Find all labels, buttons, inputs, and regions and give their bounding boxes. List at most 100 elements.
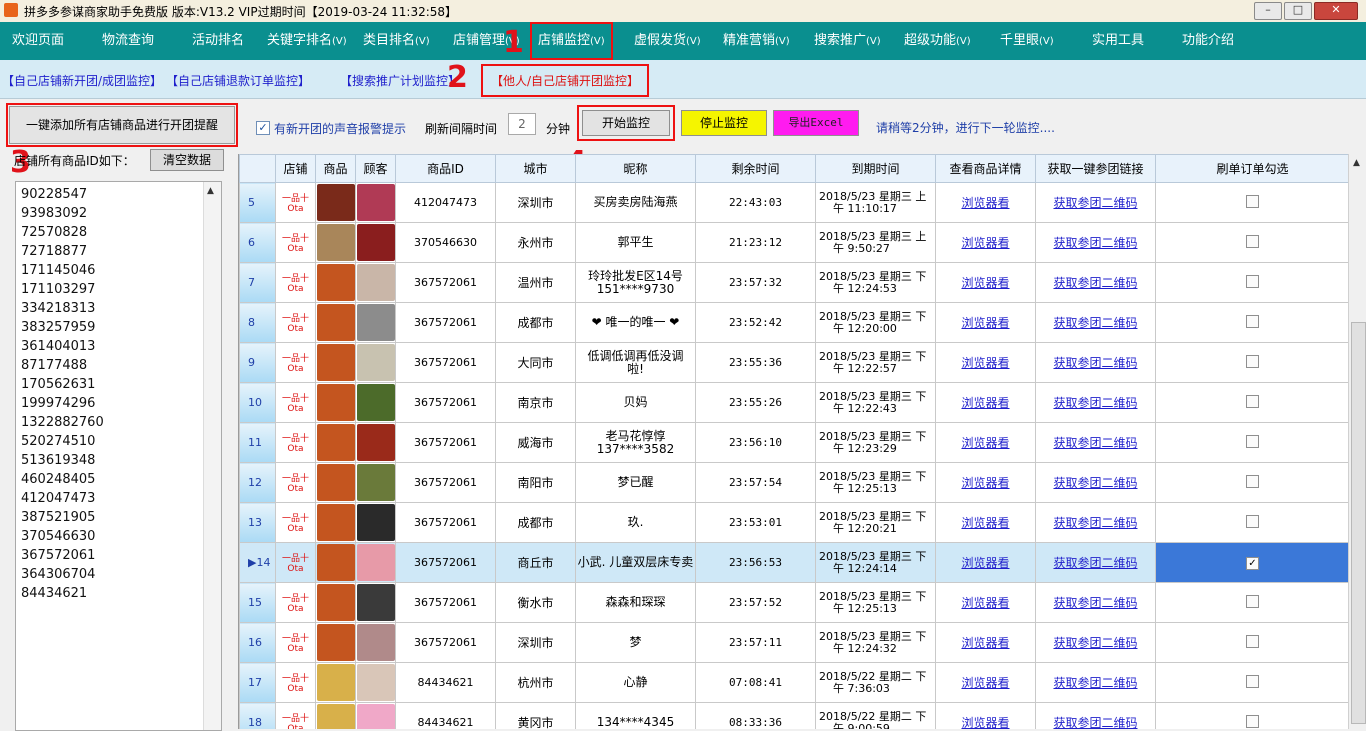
menu-super-features[interactable]: 超级功能(V) bbox=[904, 22, 971, 60]
interval-input[interactable]: 2 bbox=[508, 113, 536, 135]
table-row[interactable]: 16 一品十Ota 367572061 深圳市 梦 23:57:11 2018/5/23 星… bbox=[239, 622, 1349, 663]
sub-link-own-refund[interactable]: 【自己店铺退款订单监控】 bbox=[166, 72, 310, 89]
menu-tools[interactable]: 实用工具 bbox=[1092, 22, 1144, 60]
sound-alert-checkbox[interactable]: ✓ bbox=[256, 121, 270, 135]
sub-link-own-new-group[interactable]: 【自己店铺新开团/成团监控】 bbox=[2, 72, 162, 89]
list-item[interactable]: 383257959 bbox=[21, 318, 104, 337]
close-button[interactable]: ✕ bbox=[1314, 2, 1358, 20]
list-item[interactable]: 361404013 bbox=[21, 337, 104, 356]
order-checkbox[interactable] bbox=[1246, 474, 1259, 488]
order-checkbox[interactable] bbox=[1246, 514, 1259, 528]
list-item[interactable]: 171145046 bbox=[21, 261, 104, 280]
menu-search-promo[interactable]: 搜索推广(V) bbox=[814, 22, 881, 60]
menu-fake-ship[interactable]: 虚假发货(V) bbox=[634, 22, 701, 60]
get-qr-link[interactable]: 获取参团二维码 bbox=[1053, 356, 1137, 370]
order-checkbox[interactable] bbox=[1246, 394, 1259, 408]
view-in-browser-link[interactable]: 浏览器看 bbox=[961, 556, 1009, 570]
product-id-list[interactable]: 90228547 93983092 72570828 72718877 17114504… bbox=[15, 181, 222, 731]
table-row[interactable]: 9 一品十Ota 367572061 大同市 低调低调再低没调 啦! 23:55:36 201… bbox=[239, 342, 1349, 383]
list-item[interactable]: 93983092 bbox=[21, 204, 104, 223]
stop-monitor-button[interactable]: 停止监控 bbox=[681, 110, 767, 136]
view-in-browser-link[interactable]: 浏览器看 bbox=[961, 636, 1009, 650]
order-checkbox[interactable] bbox=[1246, 714, 1259, 728]
sub-link-search-plan[interactable]: 【搜索推广计划监控】 bbox=[340, 72, 460, 89]
table-row[interactable]: 13 一品十Ota 367572061 成都市 玖. 23:53:01 2018/5/23 … bbox=[239, 502, 1349, 543]
table-row[interactable]: 18 一品十Ota 84434621 黄冈市 134****4345 08:33:36 20… bbox=[239, 702, 1349, 729]
table-row[interactable]: 12 一品十Ota 367572061 南阳市 梦已醒 23:57:54 2018/5/23… bbox=[239, 462, 1349, 503]
list-item[interactable]: 1322882760 bbox=[21, 413, 104, 432]
maximize-button[interactable]: □ bbox=[1284, 2, 1312, 20]
view-in-browser-link[interactable]: 浏览器看 bbox=[961, 676, 1009, 690]
table-row[interactable]: 5 一品十Ota 412047473 深圳市 买房卖房陆海燕 22:43:03 2018/5… bbox=[239, 182, 1349, 223]
list-item[interactable]: 199974296 bbox=[21, 394, 104, 413]
add-all-products-button[interactable]: 一键添加所有店铺商品进行开团提醒 bbox=[6, 103, 238, 147]
get-qr-link[interactable]: 获取参团二维码 bbox=[1053, 636, 1137, 650]
table-row[interactable]: 7 一品十Ota 367572061 温州市 玲玲批发E区14号 151****9730 2… bbox=[239, 262, 1349, 303]
list-item[interactable]: 72570828 bbox=[21, 223, 104, 242]
view-in-browser-link[interactable]: 浏览器看 bbox=[961, 396, 1009, 410]
list-item[interactable]: 84434621 bbox=[21, 584, 104, 603]
get-qr-link[interactable]: 获取参团二维码 bbox=[1053, 596, 1137, 610]
get-qr-link[interactable]: 获取参团二维码 bbox=[1053, 316, 1137, 330]
table-scrollbar[interactable]: ▲ bbox=[1348, 154, 1366, 729]
menu-category-rank[interactable]: 类目排名(V) bbox=[363, 22, 430, 60]
view-in-browser-link[interactable]: 浏览器看 bbox=[961, 716, 1009, 729]
scrollbar-thumb[interactable] bbox=[1351, 322, 1366, 724]
table-row[interactable]: 15 一品十Ota 367572061 衡水市 森森和琛琛 23:57:52 2018/5/… bbox=[239, 582, 1349, 623]
list-item[interactable]: 367572061 bbox=[21, 546, 104, 565]
table-row[interactable]: 10 一品十Ota 367572061 南京市 贝妈 23:55:26 2018/5/23 … bbox=[239, 382, 1349, 423]
table-row[interactable]: 8 一品十Ota 367572061 成都市 ❤ 唯一的唯一 ❤ 23:52:42 2018… bbox=[239, 302, 1349, 343]
clear-data-button[interactable]: 清空数据 bbox=[150, 149, 224, 171]
get-qr-link[interactable]: 获取参团二维码 bbox=[1053, 556, 1137, 570]
list-item[interactable]: 370546630 bbox=[21, 527, 104, 546]
get-qr-link[interactable]: 获取参团二维码 bbox=[1053, 236, 1137, 250]
start-monitor-button[interactable]: 开始监控 bbox=[577, 105, 675, 141]
order-checkbox[interactable] bbox=[1246, 194, 1259, 208]
scroll-up-icon[interactable]: ▲ bbox=[207, 186, 214, 196]
scroll-up-icon[interactable]: ▲ bbox=[1353, 158, 1360, 168]
list-item[interactable]: 412047473 bbox=[21, 489, 104, 508]
menu-logistics[interactable]: 物流查询 bbox=[102, 22, 154, 60]
menu-activity-rank[interactable]: 活动排名 bbox=[192, 22, 244, 60]
list-item[interactable]: 87177488 bbox=[21, 356, 104, 375]
menu-keyword-rank[interactable]: 关键字排名(V) bbox=[267, 22, 347, 60]
table-row[interactable]: 6 一品十Ota 370546630 永州市 郭平生 21:23:12 2018/5/23 … bbox=[239, 222, 1349, 263]
order-checkbox[interactable] bbox=[1246, 234, 1259, 248]
table-row[interactable]: 11 一品十Ota 367572061 威海市 老马花惇惇 137****3582 23:5… bbox=[239, 422, 1349, 463]
id-list-scrollbar[interactable]: ▲ bbox=[203, 182, 221, 730]
get-qr-link[interactable]: 获取参团二维码 bbox=[1053, 716, 1137, 729]
menu-precise-marketing[interactable]: 精准营销(V) bbox=[723, 22, 790, 60]
list-item[interactable]: 520274510 bbox=[21, 432, 104, 451]
list-item[interactable]: 364306704 bbox=[21, 565, 104, 584]
view-in-browser-link[interactable]: 浏览器看 bbox=[961, 476, 1009, 490]
list-item[interactable]: 170562631 bbox=[21, 375, 104, 394]
minimize-button[interactable]: – bbox=[1254, 2, 1282, 20]
get-qr-link[interactable]: 获取参团二维码 bbox=[1053, 196, 1137, 210]
list-item[interactable]: 334218313 bbox=[21, 299, 104, 318]
menu-welcome[interactable]: 欢迎页面 bbox=[12, 22, 64, 60]
order-checkbox[interactable] bbox=[1246, 274, 1259, 288]
menu-intro[interactable]: 功能介绍 bbox=[1182, 22, 1234, 60]
view-in-browser-link[interactable]: 浏览器看 bbox=[961, 236, 1009, 250]
list-item[interactable]: 513619348 bbox=[21, 451, 104, 470]
get-qr-link[interactable]: 获取参团二维码 bbox=[1053, 676, 1137, 690]
list-item[interactable]: 72718877 bbox=[21, 242, 104, 261]
get-qr-link[interactable]: 获取参团二维码 bbox=[1053, 396, 1137, 410]
view-in-browser-link[interactable]: 浏览器看 bbox=[961, 316, 1009, 330]
get-qr-link[interactable]: 获取参团二维码 bbox=[1053, 436, 1137, 450]
menu-clairvoyance[interactable]: 千里眼(V) bbox=[1000, 22, 1054, 60]
table-row[interactable]: 17 一品十Ota 84434621 杭州市 心静 07:08:41 2018/5/22 星… bbox=[239, 662, 1349, 703]
view-in-browser-link[interactable]: 浏览器看 bbox=[961, 436, 1009, 450]
list-item[interactable]: 460248405 bbox=[21, 470, 104, 489]
order-checkbox[interactable] bbox=[1246, 634, 1259, 648]
export-excel-button[interactable]: 导出Excel bbox=[773, 110, 859, 136]
view-in-browser-link[interactable]: 浏览器看 bbox=[961, 196, 1009, 210]
list-item[interactable]: 171103297 bbox=[21, 280, 104, 299]
menu-shop-monitor[interactable]: 店铺监控(V) bbox=[530, 22, 613, 60]
view-in-browser-link[interactable]: 浏览器看 bbox=[961, 356, 1009, 370]
get-qr-link[interactable]: 获取参团二维码 bbox=[1053, 276, 1137, 290]
table-row[interactable]: ▶14 一品十Ota 367572061 商丘市 小武. 儿童双层床专卖 23:56:53… bbox=[239, 542, 1349, 583]
get-qr-link[interactable]: 获取参团二维码 bbox=[1053, 516, 1137, 530]
list-item[interactable]: 90228547 bbox=[21, 185, 104, 204]
order-checkbox[interactable] bbox=[1246, 674, 1259, 688]
